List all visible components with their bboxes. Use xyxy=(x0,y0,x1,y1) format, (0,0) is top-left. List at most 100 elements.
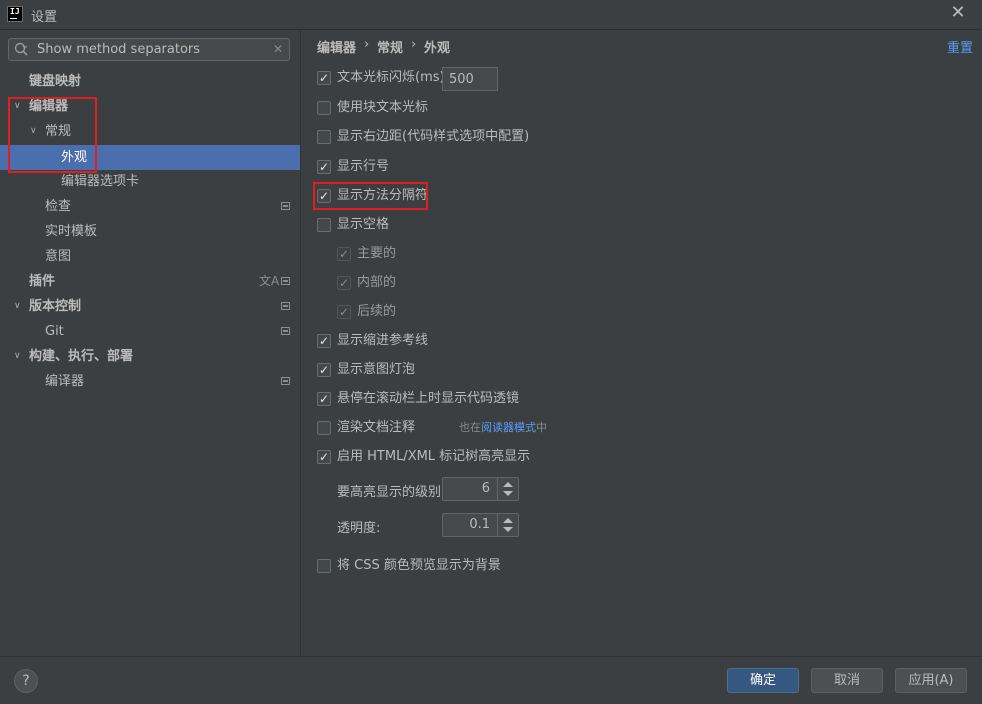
option-label: 使用块文本光标 xyxy=(337,100,429,115)
levels-spinner[interactable]: 6 xyxy=(442,477,519,501)
tree-item-build[interactable]: ∨ 构建、执行、部署 xyxy=(0,344,300,369)
hint-text: 中 xyxy=(536,421,547,434)
checkbox[interactable] xyxy=(317,332,331,350)
checkbox[interactable] xyxy=(317,361,331,379)
checkbox[interactable] xyxy=(317,390,331,408)
checkbox[interactable] xyxy=(317,218,331,232)
tree-label: 编辑器选项卡 xyxy=(61,174,140,189)
tree-item-general[interactable]: ∨ 常规 xyxy=(0,119,300,144)
checkbox[interactable] xyxy=(317,448,331,466)
chevron-down-icon[interactable]: ∨ xyxy=(30,119,42,144)
opacity-spinner[interactable]: 0.1 xyxy=(442,513,519,537)
close-icon[interactable]: ✕ xyxy=(948,3,968,23)
tree-item-git[interactable]: Git xyxy=(0,319,300,344)
search-input[interactable] xyxy=(37,40,267,59)
settings-sidebar: ✕ 键盘映射 ∨ 编辑器 ∨ 常规 外观 编辑器选项卡 检查 实时模板 意图 插… xyxy=(0,30,300,656)
project-settings-icon xyxy=(281,327,290,335)
checkbox[interactable] xyxy=(317,130,331,144)
search-box[interactable]: ✕ xyxy=(8,38,290,61)
checkbox[interactable] xyxy=(337,245,351,263)
levels-label: 要高亮显示的级别: xyxy=(337,485,446,500)
reader-mode-link[interactable]: 阅读器模式 xyxy=(481,421,536,434)
option-label: 将 CSS 颜色预览显示为背景 xyxy=(337,558,501,573)
option-label: 悬停在滚动栏上时显示代码透镜 xyxy=(337,391,520,406)
arrow-up-icon[interactable] xyxy=(503,482,513,487)
title-bar: IJ 设置 ✕ xyxy=(0,0,982,30)
tree-label: 意图 xyxy=(45,249,72,264)
arrow-down-icon[interactable] xyxy=(503,491,513,496)
spinner-value: 6 xyxy=(481,481,490,496)
project-settings-icon xyxy=(281,202,290,210)
tree-label: 编辑器 xyxy=(29,99,69,114)
tree-label: 常规 xyxy=(45,124,72,139)
tree-item-vcs[interactable]: ∨ 版本控制 xyxy=(0,294,300,319)
option-label: 显示行号 xyxy=(337,159,390,174)
tree-label: 外观 xyxy=(61,150,88,165)
checkbox[interactable] xyxy=(337,274,351,292)
caret-blink-input[interactable] xyxy=(442,67,498,91)
chevron-down-icon[interactable]: ∨ xyxy=(14,344,26,369)
project-settings-icon xyxy=(281,377,290,385)
tree-item-live-templates[interactable]: 实时模板 xyxy=(0,219,300,244)
hint-text: 也在 xyxy=(459,421,481,434)
tree-item-keymap[interactable]: 键盘映射 xyxy=(0,69,300,94)
breadcrumb-item: 编辑器 xyxy=(317,41,357,56)
checkbox[interactable] xyxy=(317,158,331,176)
tree-item-plugins[interactable]: 插件 文A xyxy=(0,269,300,294)
option-label: 渲染文档注释 xyxy=(337,420,416,435)
breadcrumb-item: 常规 xyxy=(377,41,404,56)
option-label: 显示缩进参考线 xyxy=(337,333,429,348)
search-icon xyxy=(14,42,28,56)
apply-button[interactable]: 应用(A) xyxy=(895,668,967,693)
project-settings-icon xyxy=(281,302,290,310)
spinner-arrows[interactable] xyxy=(497,514,518,536)
spinner-value: 0.1 xyxy=(469,517,490,532)
option-label: 显示意图灯泡 xyxy=(337,362,416,377)
tree-label: 编译器 xyxy=(45,374,85,389)
option-label: 显示右边距(代码样式选项中配置) xyxy=(337,129,530,144)
chevron-down-icon[interactable]: ∨ xyxy=(14,294,26,319)
spinner-arrows[interactable] xyxy=(497,478,518,500)
arrow-down-icon[interactable] xyxy=(503,527,513,532)
tree-label: 键盘映射 xyxy=(29,74,82,89)
tree-item-editor[interactable]: ∨ 编辑器 xyxy=(0,94,300,119)
checkbox[interactable] xyxy=(317,69,331,87)
tree-item-editor-tabs[interactable]: 编辑器选项卡 xyxy=(0,169,300,194)
option-label: 启用 HTML/XML 标记树高亮显示 xyxy=(337,449,531,464)
opacity-label: 透明度: xyxy=(337,521,381,536)
window-title: 设置 xyxy=(31,10,58,25)
checkbox[interactable] xyxy=(317,421,331,435)
checkbox[interactable] xyxy=(337,303,351,321)
option-label: 主要的 xyxy=(357,246,397,261)
help-button[interactable]: ? xyxy=(14,669,38,693)
option-label: 内部的 xyxy=(357,275,397,290)
ok-button[interactable]: 确定 xyxy=(727,668,799,693)
tree-label: 构建、执行、部署 xyxy=(29,349,134,364)
clear-search-icon[interactable]: ✕ xyxy=(271,41,285,57)
option-label: 文本光标闪烁(ms): xyxy=(337,70,449,85)
tree-item-inspections[interactable]: 检查 xyxy=(0,194,300,219)
checkbox[interactable] xyxy=(317,559,331,573)
tree-item-intentions[interactable]: 意图 xyxy=(0,244,300,269)
checkbox[interactable] xyxy=(317,101,331,115)
tree-label: 插件 xyxy=(29,274,56,289)
tree-label: Git xyxy=(45,324,64,339)
tree-label: 实时模板 xyxy=(45,224,98,239)
checkbox[interactable] xyxy=(317,187,331,205)
tree-label: 检查 xyxy=(45,199,72,214)
intellij-logo-icon: IJ xyxy=(7,6,23,22)
reset-link[interactable]: 重置 xyxy=(947,37,973,56)
chevron-down-icon[interactable]: ∨ xyxy=(14,94,26,119)
tree-label: 版本控制 xyxy=(29,299,82,314)
option-label: 显示方法分隔符 xyxy=(337,188,429,203)
arrow-up-icon[interactable] xyxy=(503,518,513,523)
cancel-button[interactable]: 取消 xyxy=(811,668,883,693)
tree-item-compiler[interactable]: 编译器 xyxy=(0,369,300,394)
settings-content: 编辑器 › 常规 › 外观 重置 文本光标闪烁(ms): 使用块文本光标 显示右… xyxy=(301,30,982,656)
translate-icon: 文A xyxy=(259,274,280,288)
breadcrumb-separator: › xyxy=(364,37,370,52)
dialog-button-bar: ? 确定 取消 应用(A) xyxy=(0,656,982,704)
option-label: 后续的 xyxy=(357,304,397,319)
reader-mode-hint: 也在阅读器模式中 xyxy=(459,418,547,438)
tree-item-appearance[interactable]: 外观 xyxy=(0,145,300,170)
